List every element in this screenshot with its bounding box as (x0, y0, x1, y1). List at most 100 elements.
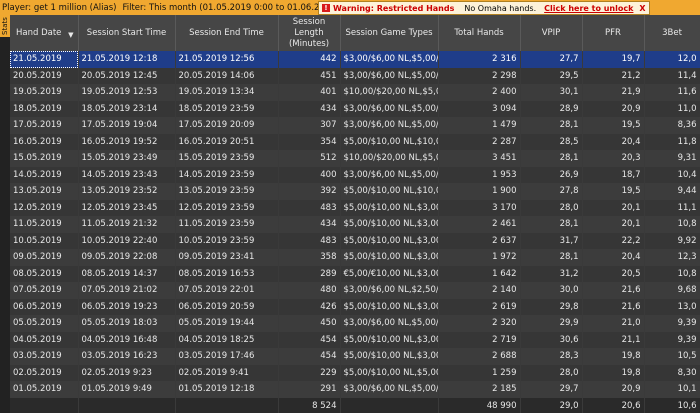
table-cell: 10,1 (644, 381, 700, 398)
table-cell: 19.05.2019 (10, 84, 79, 101)
table-cell: 426 (278, 298, 341, 315)
table-cell: 21,6 (582, 282, 645, 299)
sessions-grid: Hand Date ▼ Session Start Time Session En… (10, 15, 700, 413)
table-cell: 291 (278, 381, 341, 398)
table-row[interactable]: 05.05.2019 05.05.2019 18:03 05.05.2019 19:… (10, 315, 700, 332)
stats-side-tab[interactable]: Stats (0, 15, 10, 37)
table-cell: 400 (278, 166, 341, 183)
table-cell: 10.05.2019 (10, 232, 79, 249)
table-row[interactable]: 02.05.2019 02.05.2019 9:23 02.05.2019 9:41… (10, 364, 700, 381)
table-cell: $3,00/$6,00 NL,$5,00/ (340, 67, 439, 84)
col-session-start[interactable]: Session Start Time (78, 15, 176, 51)
table-row[interactable]: 01.05.2019 01.05.2019 9:49 01.05.2019 12:1… (10, 381, 700, 398)
player-name[interactable]: get 1 million (Alias) (34, 3, 117, 13)
table-cell: 29,9 (520, 315, 583, 332)
table-cell: 02.05.2019 9:23 (78, 364, 176, 381)
table-cell: 454 (278, 331, 341, 348)
table-cell: $5,00/$10,00 NL,$3,00 (340, 216, 439, 233)
table-row[interactable]: 15.05.2019 15.05.2019 23:49 15.05.2019 23:… (10, 150, 700, 167)
table-cell: $5,00/$10,00 NL,$3,00 (340, 249, 439, 266)
table-cell: 17.05.2019 (10, 117, 79, 134)
table-cell: 354 (278, 133, 341, 150)
table-row[interactable]: 10.05.2019 10.05.2019 22:40 10.05.2019 23:… (10, 232, 700, 249)
table-row[interactable]: 09.05.2019 09.05.2019 22:08 09.05.2019 23:… (10, 249, 700, 266)
table-row[interactable]: 14.05.2019 14.05.2019 23:43 14.05.2019 23:… (10, 166, 700, 183)
table-row[interactable]: 03.05.2019 03.05.2019 16:23 03.05.2019 17:… (10, 348, 700, 365)
table-row[interactable]: 12.05.2019 12.05.2019 23:45 12.05.2019 23:… (10, 199, 700, 216)
table-cell: 09.05.2019 (10, 249, 79, 266)
table-cell: 18,7 (582, 166, 645, 183)
table-row[interactable]: 08.05.2019 08.05.2019 14:37 08.05.2019 16:… (10, 265, 700, 282)
table-cell: 2 320 (438, 315, 521, 332)
table-cell: $5,00/$10,00 NL,$3,00 (340, 232, 439, 249)
table-row[interactable]: 07.05.2019 07.05.2019 21:02 07.05.2019 22:… (10, 282, 700, 299)
table-row[interactable]: 11.05.2019 11.05.2019 21:32 11.05.2019 23:… (10, 216, 700, 233)
table-row[interactable]: 04.05.2019 04.05.2019 16:48 04.05.2019 18:… (10, 331, 700, 348)
table-row[interactable]: 19.05.2019 19.05.2019 12:53 19.05.2019 13:… (10, 84, 700, 101)
table-cell: 401 (278, 84, 341, 101)
table-cell: 12.05.2019 (10, 199, 79, 216)
table-row[interactable]: 13.05.2019 13.05.2019 23:52 13.05.2019 23:… (10, 183, 700, 200)
table-cell: 09.05.2019 23:41 (175, 249, 279, 266)
table-cell: 28,1 (520, 150, 583, 167)
table-cell: $3,00/$6,00 NL,$5,00/ (340, 166, 439, 183)
total-pfr: 20,6 (582, 397, 645, 413)
sort-desc-icon: ▼ (68, 31, 74, 39)
table-cell: 02.05.2019 9:41 (175, 364, 279, 381)
table-cell: 9,92 (644, 232, 700, 249)
table-cell: 20,1 (582, 199, 645, 216)
table-cell: 434 (278, 100, 341, 117)
table-row[interactable]: 20.05.2019 20.05.2019 12:45 20.05.2019 14:… (10, 67, 700, 84)
table-cell: 17.05.2019 20:09 (175, 117, 279, 134)
table-cell: 12.05.2019 23:59 (175, 199, 279, 216)
table-cell: 11,4 (644, 67, 700, 84)
table-row[interactable]: 06.05.2019 06.05.2019 19:23 06.05.2019 20:… (10, 298, 700, 315)
table-cell: $5,00/$10,00 NL,$3,00 (340, 298, 439, 315)
table-cell: 30,6 (520, 331, 583, 348)
table-cell: 04.05.2019 18:25 (175, 331, 279, 348)
table-cell: 2 461 (438, 216, 521, 233)
table-row[interactable]: 16.05.2019 16.05.2019 19:52 16.05.2019 20:… (10, 133, 700, 150)
table-cell: 07.05.2019 (10, 282, 79, 299)
table-cell: 307 (278, 117, 341, 134)
table-cell: 11,0 (644, 100, 700, 117)
table-cell: 13.05.2019 23:59 (175, 183, 279, 200)
table-cell: 02.05.2019 (10, 364, 79, 381)
col-session-length[interactable]: Session Length (Minutes) (278, 15, 341, 51)
total-3bet: 10,6 (644, 397, 700, 413)
table-cell: 14.05.2019 (10, 166, 79, 183)
table-cell: 10,5 (644, 348, 700, 365)
table-row[interactable]: 21.05.2019 21.05.2019 12:18 21.05.2019 12:… (10, 51, 700, 68)
table-cell: 05.05.2019 19:44 (175, 315, 279, 332)
total-hands: 48 990 (438, 397, 521, 413)
table-cell: 20.05.2019 (10, 67, 79, 84)
table-cell: 19,8 (582, 348, 645, 365)
table-cell: 20,3 (582, 150, 645, 167)
table-cell: 29,8 (520, 298, 583, 315)
table-cell: 19,5 (582, 183, 645, 200)
table-cell: 3 170 (438, 199, 521, 216)
table-row[interactable]: 18.05.2019 18.05.2019 23:14 18.05.2019 23:… (10, 100, 700, 117)
table-cell: €5,00/€10,00 NL,$3,00 (340, 265, 439, 282)
table-cell: 19.05.2019 13:34 (175, 84, 279, 101)
col-vpip[interactable]: VPIP (520, 15, 583, 51)
table-cell: 483 (278, 232, 341, 249)
close-warning-button[interactable]: X (639, 4, 645, 13)
table-cell: 11.05.2019 (10, 216, 79, 233)
unlock-link[interactable]: Click here to unlock (544, 4, 633, 13)
table-cell: 21,2 (582, 67, 645, 84)
table-cell: 392 (278, 183, 341, 200)
col-total-hands[interactable]: Total Hands (438, 15, 521, 51)
col-3bet[interactable]: 3Bet (644, 15, 700, 51)
table-cell: $3,00/$6,00 NL,$5,00/ (340, 381, 439, 398)
col-hand-date[interactable]: Hand Date ▼ (10, 15, 79, 51)
col-game-types[interactable]: Session Game Types (340, 15, 439, 51)
table-row[interactable]: 17.05.2019 17.05.2019 19:04 17.05.2019 20:… (10, 117, 700, 134)
table-cell: 27,8 (520, 183, 583, 200)
col-session-end[interactable]: Session End Time (175, 15, 279, 51)
table-cell: $10,00/$20,00 NL,$5,0 (340, 84, 439, 101)
total-session-length: 8 524 (278, 397, 341, 413)
col-pfr[interactable]: PFR (582, 15, 645, 51)
table-cell: 11,6 (644, 84, 700, 101)
table-cell: 01.05.2019 12:18 (175, 381, 279, 398)
